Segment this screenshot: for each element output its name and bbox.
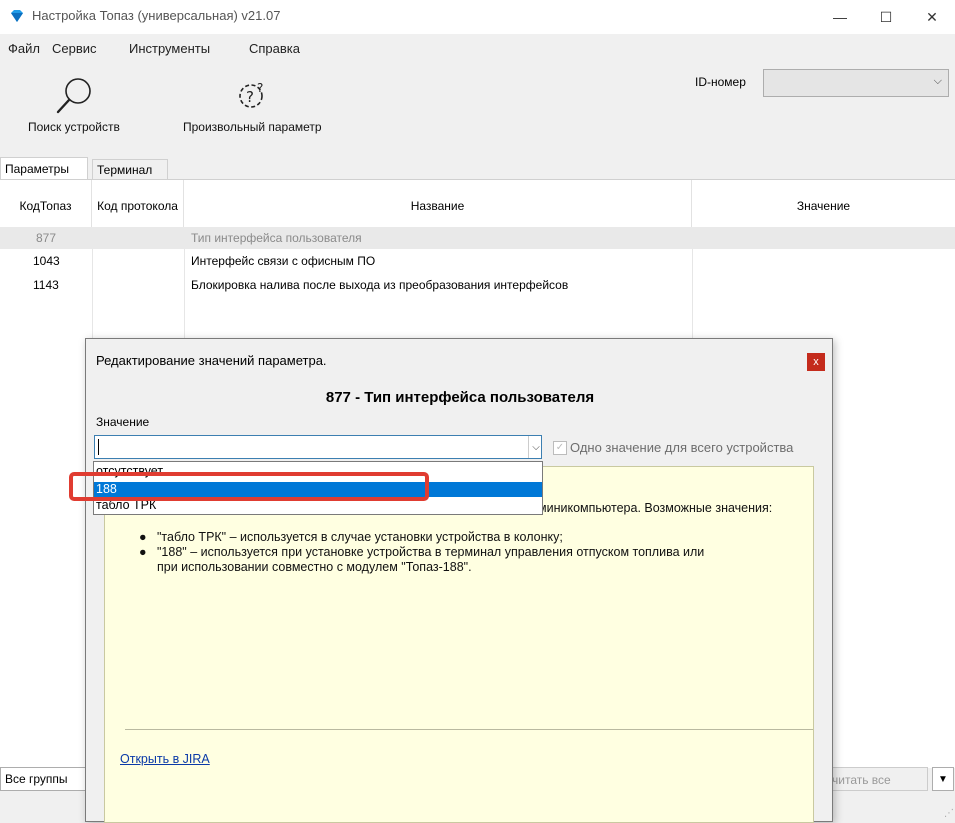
value-combobox[interactable]: ⌵ — [94, 435, 542, 459]
id-number-label: ID-номер — [695, 75, 746, 89]
tab-terminal[interactable]: Терминал — [92, 159, 168, 179]
magnifier-icon — [56, 78, 91, 114]
table-row[interactable]: 877 Тип интерфейса пользователя — [0, 227, 955, 249]
chevron-down-icon: ⌵ — [933, 75, 942, 87]
dialog-title: Редактирование значений параметра. — [96, 353, 327, 368]
description-bullet: "табло ТРК" – используется в случае уста… — [157, 530, 563, 544]
resize-grip-icon[interactable]: ⋰ — [944, 808, 954, 819]
window-title: Настройка Топаз (универсальная) v21.07 — [32, 8, 281, 23]
menu-tools[interactable]: Инструменты — [129, 41, 210, 56]
column-header-value[interactable]: Значение — [692, 180, 955, 232]
read-all-button[interactable]: читать все — [828, 767, 928, 791]
highlight-annotation — [69, 472, 429, 501]
tab-parameters[interactable]: Параметры — [0, 157, 88, 179]
dialog-close-button[interactable]: x — [807, 353, 825, 371]
custom-parameter-label: Произвольный параметр — [183, 120, 322, 134]
id-number-select[interactable]: ⌵ — [763, 69, 949, 97]
search-devices-button[interactable]: Поиск устройств — [28, 76, 120, 134]
description-bullet: "188" – используется при установке устро… — [157, 545, 705, 559]
maximize-button[interactable]: ☐ — [863, 0, 909, 34]
menu-service[interactable]: Сервис — [52, 41, 97, 56]
table-row[interactable]: 1043 Интерфейс связи с офисным ПО — [0, 250, 955, 272]
groups-filter-button[interactable]: Все группы — [0, 767, 88, 791]
column-header-kodtopaz[interactable]: КодТопаз — [0, 180, 92, 232]
parameter-description: миникомпьютера. Возможные значения: ● "т… — [104, 466, 814, 823]
read-all-dropdown-button[interactable]: ▼ — [932, 767, 954, 791]
menu-help[interactable]: Справка — [249, 41, 300, 56]
title-bar: Настройка Топаз (универсальная) v21.07 —… — [0, 0, 955, 34]
chevron-down-icon[interactable]: ⌵ — [528, 436, 543, 458]
description-bullet-continuation: при использовании совместно с модулем "Т… — [157, 560, 472, 574]
parameter-heading: 877 - Тип интерфейса пользователя — [325, 389, 595, 406]
menu-bar: Файл Сервис Инструменты Справка — [0, 38, 955, 60]
single-value-checkbox-label: Одно значение для всего устройства — [570, 440, 794, 455]
search-devices-label: Поиск устройств — [28, 120, 120, 134]
minimize-button[interactable]: — — [817, 0, 863, 34]
close-window-button[interactable]: ✕ — [909, 0, 955, 34]
bullet-icon: ● — [139, 530, 147, 544]
table-row[interactable]: 1143 Блокировка налива после выхода из п… — [0, 274, 955, 296]
svg-text:?: ? — [246, 88, 254, 106]
custom-parameter-button[interactable]: ? ? Произвольный параметр — [183, 76, 322, 134]
gear-question-icon: ? ? — [239, 81, 264, 108]
value-label: Значение — [96, 415, 150, 429]
single-value-checkbox[interactable]: ✓ — [553, 441, 567, 455]
text-cursor — [98, 439, 99, 455]
edit-parameter-dialog: Редактирование значений параметра. x 877… — [85, 338, 833, 823]
app-diamond-icon — [11, 10, 23, 22]
svg-text:?: ? — [257, 81, 263, 95]
bullet-icon: ● — [139, 545, 147, 559]
column-header-name[interactable]: Название — [184, 180, 692, 232]
menu-file[interactable]: Файл — [8, 41, 40, 56]
open-in-jira-link[interactable]: Открыть в JIRA — [120, 752, 210, 766]
description-divider — [125, 729, 813, 730]
description-text: миникомпьютера. Возможные значения: — [538, 501, 773, 515]
column-header-protocol-code[interactable]: Код протокола — [92, 180, 184, 232]
